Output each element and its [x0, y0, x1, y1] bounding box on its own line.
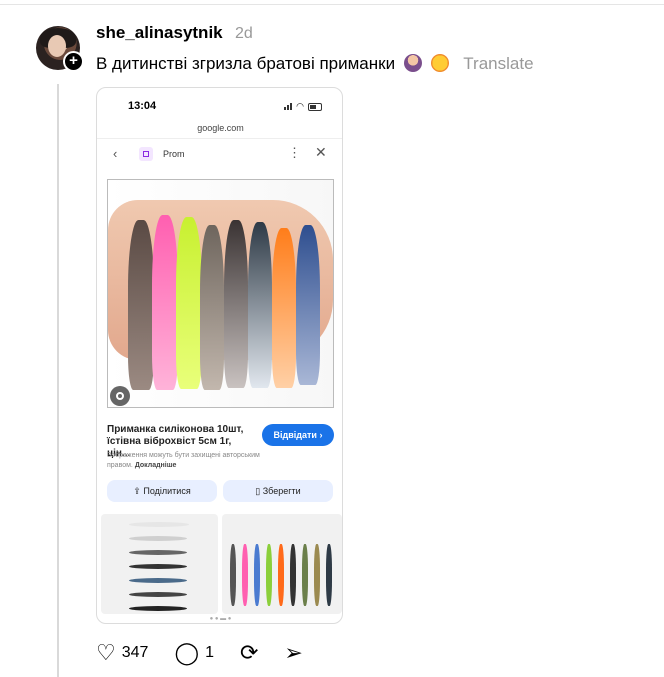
copyright-text: Зображення можуть бути захищені авторськ… [107, 452, 260, 469]
related-image-1[interactable] [101, 514, 218, 614]
face-emoji [430, 54, 449, 72]
post-body: В дитинстві згризла братові приманки [96, 54, 396, 73]
follow-plus-icon[interactable]: + [63, 51, 84, 72]
post-text: В дитинстві згризла братові приманки Tra… [96, 54, 534, 74]
visit-label: Відвідати [273, 430, 317, 440]
wifi-icon: ◠ [296, 101, 304, 111]
send-button[interactable]: ➢ [284, 642, 302, 664]
share-button[interactable]: ⇪ Поділитися [107, 480, 217, 502]
repost-icon: ⟳ [239, 640, 259, 665]
reply-button[interactable]: ◯ 1 [174, 642, 214, 664]
heart-icon: ♡ [96, 640, 116, 665]
comment-icon: ◯ [174, 640, 200, 665]
product-image [107, 179, 334, 408]
site-icon [139, 147, 153, 161]
post-time: 2d [235, 25, 253, 42]
username-link[interactable]: she_alinasytnik [96, 23, 223, 43]
repost-button[interactable]: ⟳ [240, 642, 258, 664]
bookmark-icon: ▯ [255, 486, 261, 496]
save-button[interactable]: ▯ Зберегти [223, 480, 333, 502]
action-bar: ♡ 347 ◯ 1 ⟳ ➢ [96, 642, 329, 664]
status-icons: ◠ [284, 101, 322, 112]
reply-count: 1 [205, 644, 214, 661]
top-divider [0, 4, 664, 5]
send-icon: ➢ [284, 640, 303, 665]
close-icon: ✕ [315, 144, 327, 160]
visit-button[interactable]: Відвідати › [262, 424, 334, 446]
status-time: 13:04 [128, 100, 157, 112]
more-icon: ⋮ [288, 145, 301, 160]
back-icon: ‹ [113, 146, 118, 161]
url-bar: google.com [197, 123, 244, 133]
lens-icon[interactable] [110, 386, 130, 406]
thread-line [57, 84, 59, 677]
save-label: Зберегти [262, 486, 301, 496]
translate-link[interactable]: Translate [463, 54, 533, 73]
like-button[interactable]: ♡ 347 [96, 642, 148, 664]
carousel-dots: ● ● ▬ ● [209, 616, 232, 622]
attached-screenshot[interactable]: 13:04 ◠ google.com ‹ Prom ⋮ ✕ Приманка с… [96, 87, 343, 624]
nav-bar: ‹ Prom ⋮ ✕ [97, 138, 342, 168]
site-name: Prom [163, 149, 185, 159]
share-label: Поділитися [143, 486, 191, 496]
share-icon: ⇪ [133, 486, 141, 496]
battery-icon [308, 102, 322, 111]
woman-facepalm-emoji [403, 54, 422, 72]
signal-icon [284, 103, 293, 110]
related-image-2[interactable] [222, 514, 342, 614]
learn-more-link[interactable]: Докладніше [135, 462, 177, 469]
copyright-notice: Зображення можуть бути захищені авторськ… [107, 451, 282, 471]
like-count: 347 [121, 644, 149, 661]
